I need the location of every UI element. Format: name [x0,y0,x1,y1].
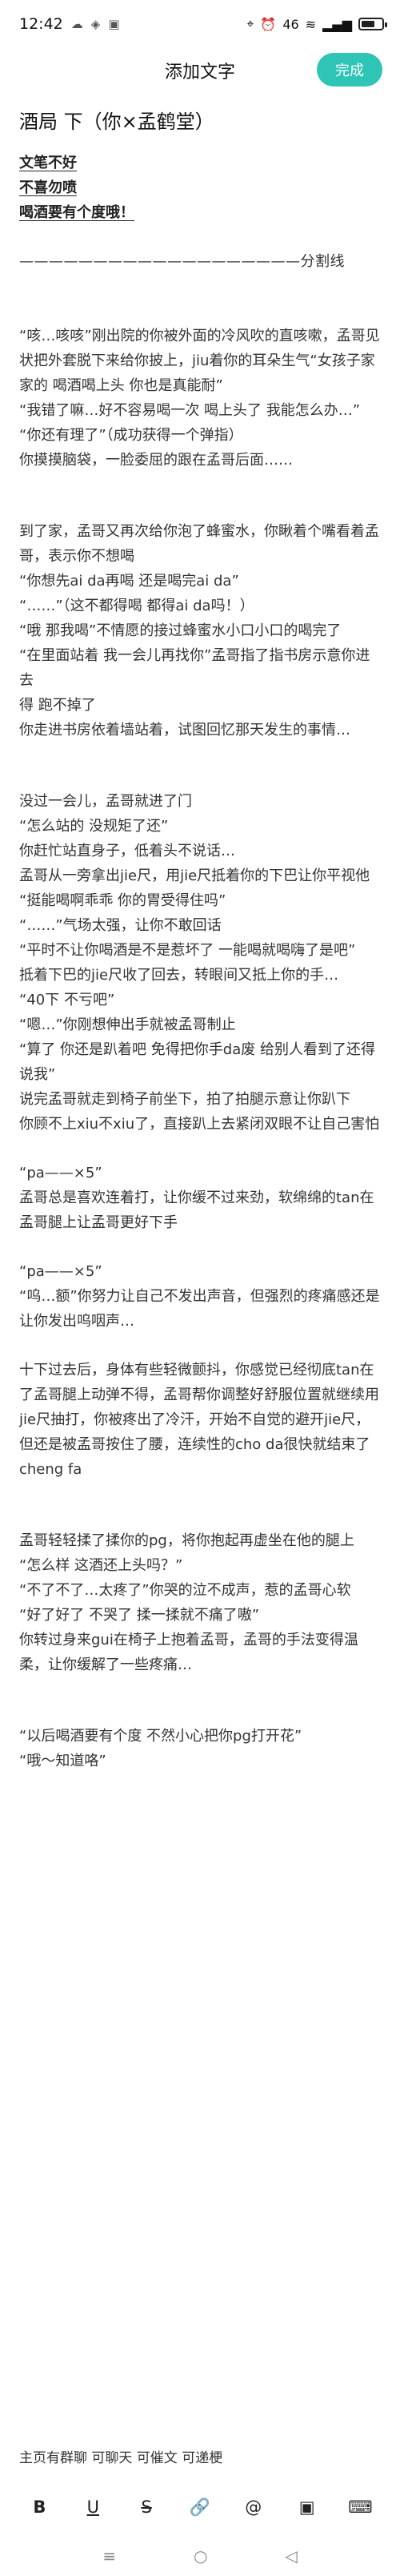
paragraph-line: “你想先ai da再喝 还是喝完ai da” [19,573,239,590]
paragraph-line: 孟哥轻轻揉了揉你的pg，将你抱起再虚坐在他的腿上 [19,1532,354,1549]
document-body[interactable]: 文笔不好 不喜勿喷 喝酒要有个度哦！ ———————————————————分割… [19,151,384,1773]
mention-icon[interactable]: @ [239,2493,268,2522]
cell-signal-icon: ▂▄▆ [322,16,352,32]
paragraph-line: 说完孟哥就走到椅子前坐下，拍了拍腿示意让你趴下 [19,1091,350,1108]
paragraph-line: 孟哥从一旁拿出jie尺，用jie尺抵着你的下巴让你平视他 [19,867,370,884]
paragraph-line: 没过一会儿，孟哥就进了门 [19,793,192,810]
paragraph-line: “算了 你还是趴着吧 免得把你手da废 给别人看到了还得说我” [19,1041,375,1083]
status-bar: 12:42 ☁ ◈ ▣ ⌖ ⏰ 46 ≋ ▂▄▆ [0,0,400,48]
paragraph-line: “哦 那我喝”不情愿的接过蜂蜜水小口小口的喝完了 [19,622,342,639]
paragraph-line: 得 跑不掉了 [19,697,96,714]
home-nav-icon[interactable]: ○ [194,2546,207,2566]
paragraph-line: 孟哥总是喜欢连着打，让你缓不过来劲，软绵绵的tan在孟哥腿上让孟哥更好下手 [19,1189,374,1231]
back-nav-icon[interactable]: ◁ [285,2546,297,2566]
location-icon: ⌖ [246,16,254,31]
warning-line: 不喜勿喷 [19,179,77,196]
done-button[interactable]: 完成 [317,53,382,87]
header: 添加文字 完成 [0,46,400,95]
paragraph-line: “平时不让你喝酒是不是惹坏了 一能喝就喝嗨了是吧” [19,942,356,959]
paragraph-line: “怎么站的 没规矩了还” [19,818,169,835]
keyboard-icon[interactable]: ⌨ [346,2493,374,2522]
underline-button[interactable]: U [78,2493,107,2522]
cloud-icon: ☁ [70,17,83,31]
system-nav-bar: ≡ ○ ◁ [0,2536,400,2576]
warning-line: 文笔不好 [19,155,77,171]
paragraph-line: 你走进书房依着墙站着，试图回忆那天发生的事情… [19,722,350,739]
alarm-icon: ⏰ [260,16,277,32]
paragraph-line: “pa——×5” [19,1165,102,1181]
divider-line: ———————————————————分割线 [19,253,345,270]
paragraph-line: “哦～知道咯” [19,1753,106,1769]
paragraph-line: “挺能喝啊乖乖 你的胃受得住吗” [19,892,226,909]
paragraph-line: “我错了嘛…好不容易喝一次 喝上头了 我能怎么办…” [19,402,361,419]
paragraph-line: 你赶忙站直身子，低着头不说话… [19,843,235,859]
paragraph-line: “不了不了…太疼了”你哭的泣不成声，惹的孟哥心软 [19,1582,351,1599]
paragraph-line: “好了好了 不哭了 揉一揉就不痛了嗷” [19,1607,260,1624]
bold-button[interactable]: B [25,2493,54,2522]
format-toolbar: B U S 🔗 @ ▣ ⌨ [0,2486,400,2528]
signal-label: 46 [282,16,299,32]
paragraph-line: “呜…额”你努力让自己不发出声音，但强烈的疼痛感还是让你发出呜咽声… [19,1288,380,1330]
strikethrough-button[interactable]: S [132,2493,161,2522]
paragraph-line: “在里面站着 我一会儿再找你”孟哥指了指书房示意你进去 [19,647,370,689]
paragraph-line: 到了家，孟哥又再次给你泡了蜂蜜水，你瞅着个嘴看着孟哥，表示你不想喝 [19,523,379,565]
battery-level [362,21,374,27]
paragraph-line: “你还有理了”（成功获得一个弹指） [19,427,243,444]
wifi-icon: ≋ [305,16,317,32]
menu-nav-icon[interactable]: ≡ [102,2546,116,2566]
paragraph-line: “嗯…”你刚想伸出手就被孟哥制止 [19,1016,236,1033]
paragraph-line: “以后喝酒要有个度 不然小心把你pg打开花” [19,1728,302,1745]
page-title: 添加文字 [164,62,235,83]
status-time: 12:42 [19,15,63,33]
shield-icon: ◈ [90,17,101,31]
paragraph-line: “……”（这不都得喝 都得ai da吗！） [19,598,254,614]
paragraph-line: “……”气场太强，让你不敢回话 [19,917,222,934]
paragraph-line: “怎么样 这酒还上头吗？” [19,1557,183,1574]
paragraph-line: 十下过去后，身体有些轻微颤抖，你感觉已经彻底tan在了孟哥腿上动弹不得，孟哥帮你… [19,1362,379,1478]
paragraph-line: 抵着下巴的jie尺收了回去，转眼间又抵上你的手… [19,967,339,984]
battery-icon [358,18,387,30]
paragraph-line: “咳…咳咳”刚出院的你被外面的冷风吹的直咳嗽，孟哥见状把外套脱下来给你披上，ji… [19,328,380,394]
app-icon: ▣ [108,17,120,31]
paragraph-line: “pa——×5” [19,1263,102,1280]
link-icon[interactable]: 🔗 [186,2493,214,2522]
paragraph-line: 你转过身来gui在椅子上抱着孟哥，孟哥的手法变得温柔，让你缓解了一些疼痛… [19,1632,358,1673]
paragraph-line: 你摸摸脑袋，一脸委屈的跟在孟哥后面…… [19,452,293,469]
paragraph-line: 你顾不上xiu不xiu了，直接趴上去紧闭双眼不让自己害怕 [19,1116,380,1133]
image-icon[interactable]: ▣ [293,2493,322,2522]
paragraph-line: “40下 不亏吧” [19,992,115,1008]
document-title[interactable]: 酒局 下（你×孟鹤堂） [19,106,381,134]
warning-line: 喝酒要有个度哦！ [19,204,134,221]
footer-note[interactable]: 主页有群聊 可聊天 可催文 可递梗 [19,2446,381,2466]
